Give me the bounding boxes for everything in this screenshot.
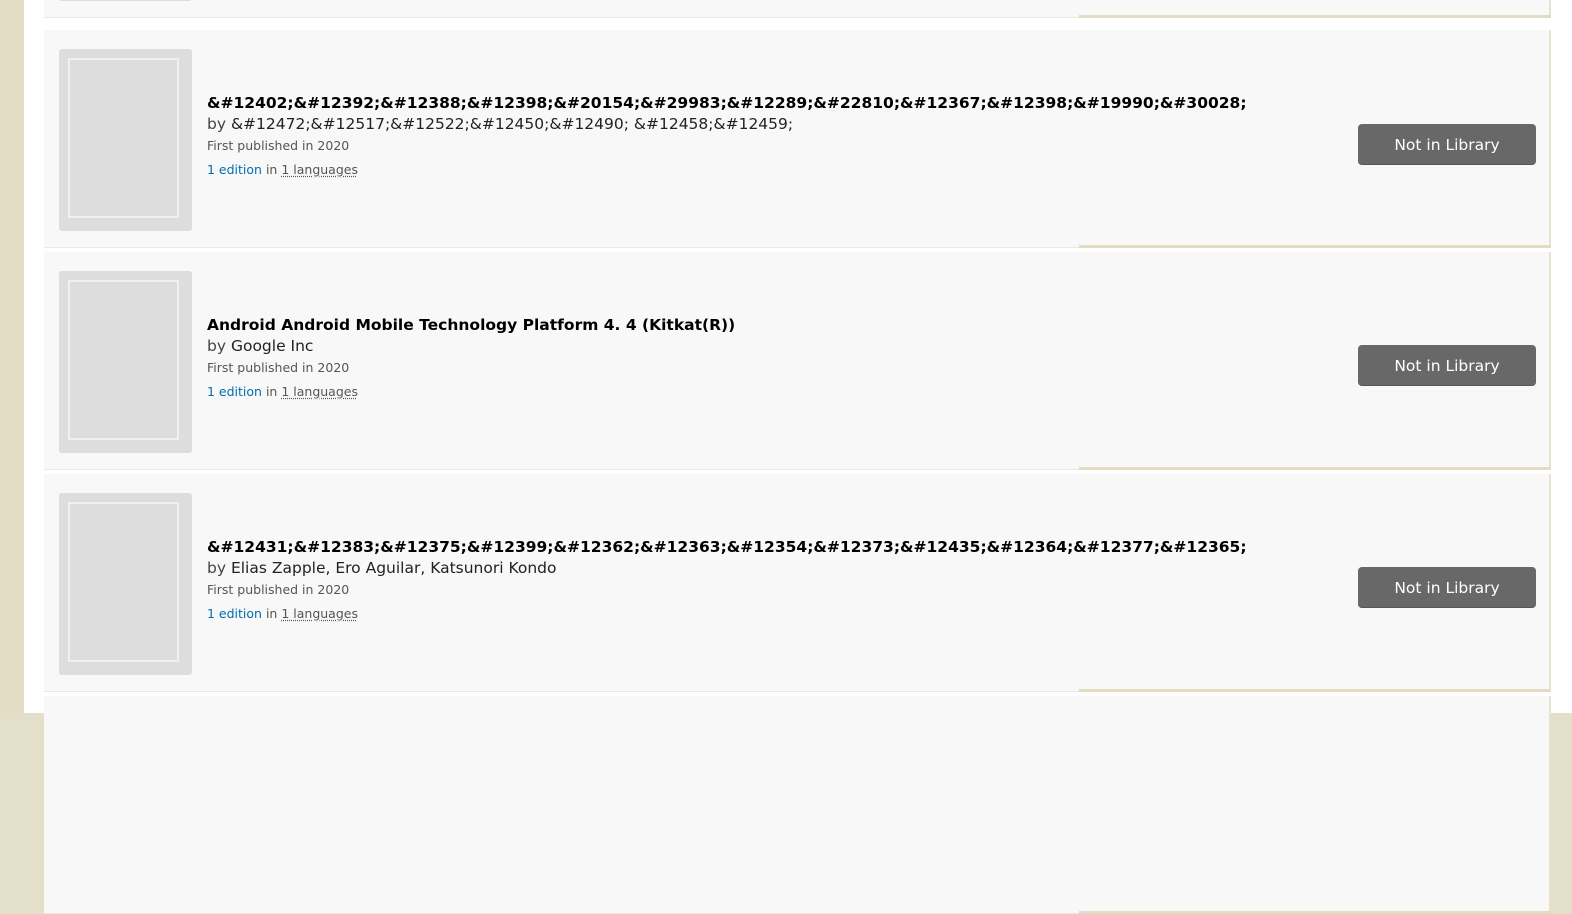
not-in-library-button[interactable]: Not in Library (1358, 567, 1536, 607)
left-sidebar-rail (0, 0, 24, 713)
book-cover-placeholder-icon[interactable] (59, 49, 192, 231)
list-item: &#12402;&#12392;&#12388;&#12398;&#20154;… (44, 30, 1551, 248)
book-title-link[interactable]: &#12402;&#12392;&#12388;&#12398;&#20154;… (207, 93, 1347, 113)
edition-info: 1 edition in 1 languages (207, 379, 1347, 405)
editions-link[interactable]: 1 edition (207, 162, 262, 177)
by-label: by (207, 337, 227, 355)
book-author-link[interactable]: Elias Zapple, Ero Aguilar, Katsunori Kon… (231, 559, 557, 577)
first-published-text: First published in 2020 (207, 360, 350, 375)
list-item: Android Android Mobile Technology Platfo… (44, 252, 1551, 470)
editions-link[interactable]: 1 edition (207, 384, 262, 399)
first-published-text: First published in 2020 (207, 138, 350, 153)
book-cover-placeholder-icon[interactable] (59, 493, 192, 675)
list-item-next (44, 696, 1551, 914)
book-author-link[interactable]: &#12472;&#12517;&#12522;&#12450;&#12490;… (231, 115, 793, 133)
book-title-link[interactable]: Android Android Mobile Technology Platfo… (207, 315, 1347, 335)
edition-info: 1 edition in 1 languages (207, 157, 1347, 183)
languages-link[interactable]: 1 languages (281, 384, 358, 399)
first-published-text: First published in 2020 (207, 582, 350, 597)
book-author-line: by Google Inc (207, 335, 1347, 357)
languages-link[interactable]: 1 languages (281, 606, 358, 621)
list-item-previous (44, 0, 1551, 18)
book-author-line: by &#12472;&#12517;&#12522;&#12450;&#124… (207, 113, 1347, 135)
book-details: &#12402;&#12392;&#12388;&#12398;&#20154;… (207, 93, 1347, 183)
in-label: in (265, 606, 278, 621)
results-list: &#12402;&#12392;&#12388;&#12398;&#20154;… (44, 0, 1551, 914)
book-details: &#12431;&#12383;&#12375;&#12399;&#12362;… (207, 537, 1347, 627)
edition-info: 1 edition in 1 languages (207, 601, 1347, 627)
by-label: by (207, 115, 227, 133)
in-label: in (265, 384, 278, 399)
book-title-link[interactable]: &#12431;&#12383;&#12375;&#12399;&#12362;… (207, 537, 1347, 557)
book-author-line: by Elias Zapple, Ero Aguilar, Katsunori … (207, 557, 1347, 579)
search-results-area: &#12402;&#12392;&#12388;&#12398;&#20154;… (24, 0, 1572, 914)
not-in-library-button[interactable]: Not in Library (1358, 124, 1536, 164)
languages-link[interactable]: 1 languages (281, 162, 358, 177)
book-cover-placeholder-icon[interactable] (59, 271, 192, 453)
in-label: in (265, 162, 278, 177)
book-cover-placeholder-icon[interactable] (59, 0, 192, 1)
editions-link[interactable]: 1 edition (207, 606, 262, 621)
book-author-link[interactable]: Google Inc (231, 337, 314, 355)
by-label: by (207, 559, 227, 577)
not-in-library-button[interactable]: Not in Library (1358, 345, 1536, 385)
book-details: Android Android Mobile Technology Platfo… (207, 315, 1347, 405)
list-item: &#12431;&#12383;&#12375;&#12399;&#12362;… (44, 474, 1551, 692)
